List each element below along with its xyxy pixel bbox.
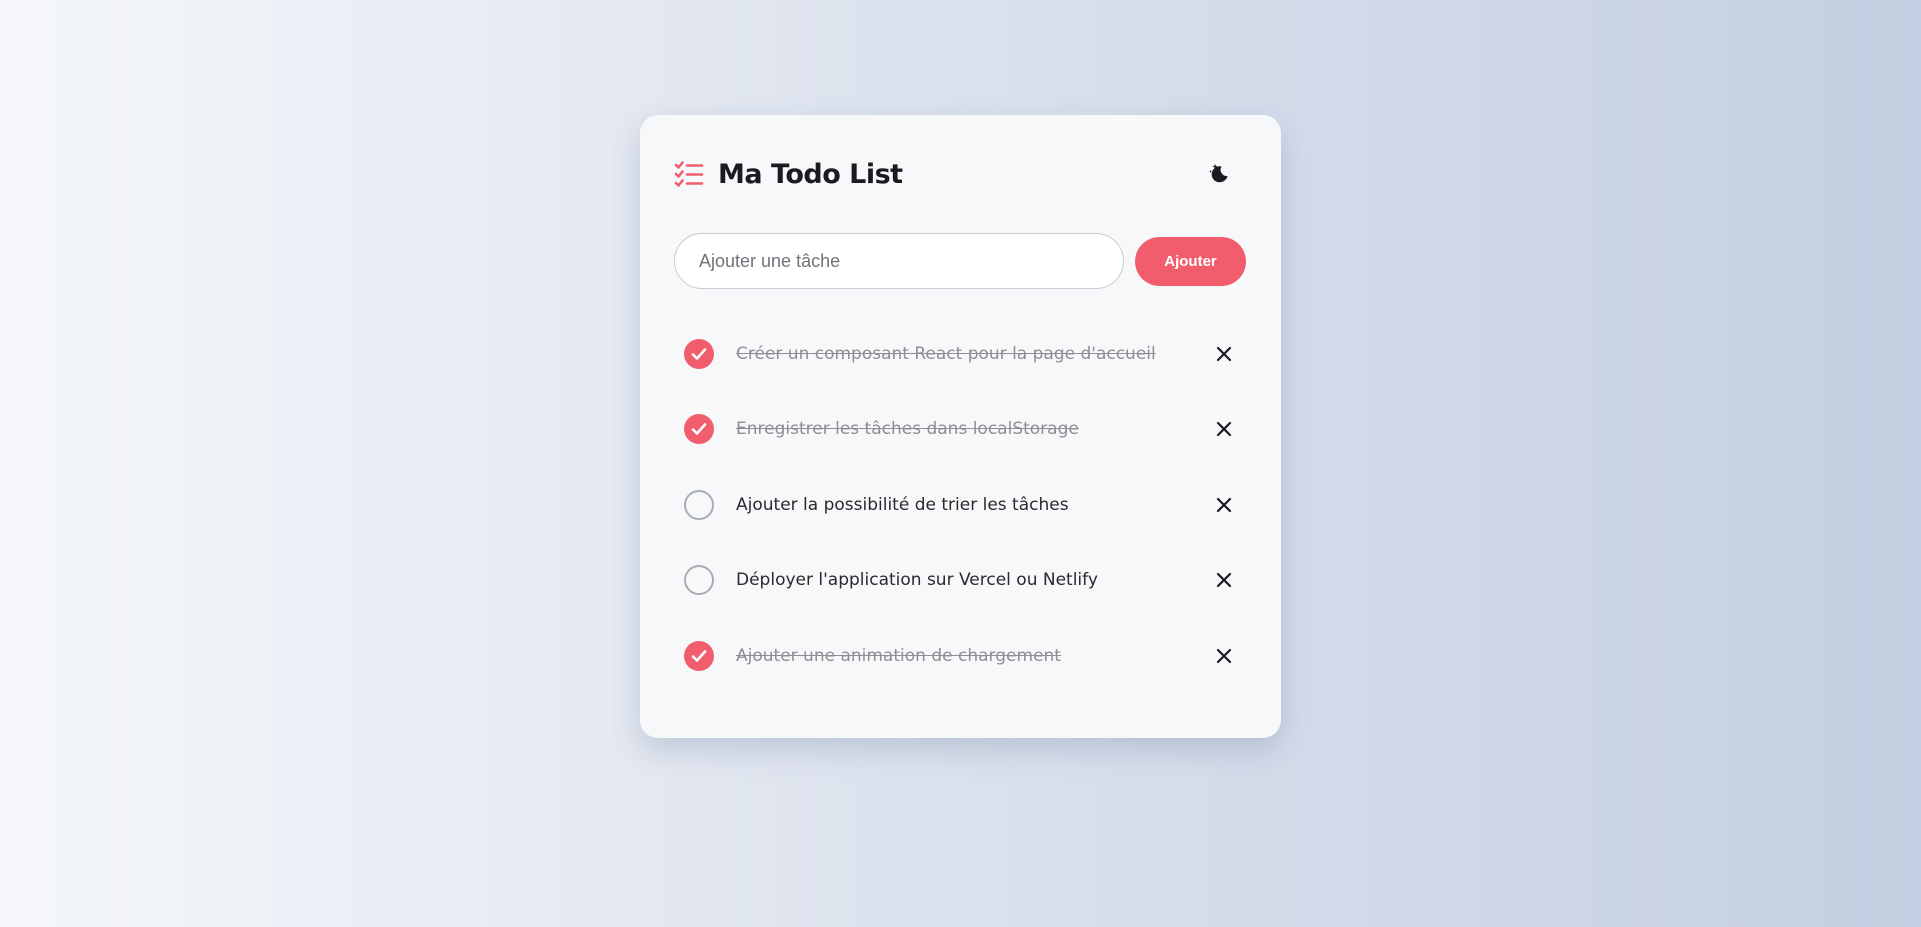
delete-task-button[interactable] bbox=[1210, 491, 1238, 519]
task-input[interactable] bbox=[674, 233, 1124, 289]
close-icon bbox=[1216, 648, 1232, 663]
task-label[interactable]: Ajouter une animation de chargement bbox=[736, 646, 1061, 666]
close-icon bbox=[1216, 346, 1232, 361]
close-icon bbox=[1216, 573, 1232, 588]
task-label[interactable]: Ajouter la possibilité de trier les tâch… bbox=[736, 495, 1069, 515]
moon-stars-icon bbox=[1207, 161, 1231, 188]
add-button[interactable]: Ajouter bbox=[1135, 236, 1246, 286]
page-title: Ma Todo List bbox=[718, 158, 903, 190]
checkmark-icon bbox=[691, 649, 707, 662]
header: Ma Todo List bbox=[674, 144, 1247, 204]
task-label[interactable]: Créer un composant React pour la page d'… bbox=[736, 344, 1156, 364]
task-list: Créer un composant React pour la page d'… bbox=[674, 316, 1247, 694]
title-group: Ma Todo List bbox=[674, 159, 903, 190]
task-label[interactable]: Déployer l'application sur Vercel ou Net… bbox=[736, 570, 1098, 590]
task-item: Enregistrer les tâches dans localStorage bbox=[674, 392, 1247, 468]
delete-task-button[interactable] bbox=[1210, 566, 1238, 594]
task-checkbox-unchecked[interactable] bbox=[684, 565, 714, 596]
task-checkbox-checked[interactable] bbox=[684, 338, 714, 369]
checkmark-icon bbox=[691, 347, 707, 360]
delete-task-button[interactable] bbox=[1210, 415, 1238, 443]
todo-card: Ma Todo List Ajouter Créer un composant … bbox=[640, 115, 1281, 738]
task-checkbox-checked[interactable] bbox=[684, 640, 714, 671]
task-checkbox-checked[interactable] bbox=[684, 414, 714, 445]
task-item: Ajouter une animation de chargement bbox=[674, 618, 1247, 694]
task-item: Déployer l'application sur Vercel ou Net… bbox=[674, 543, 1247, 619]
task-label[interactable]: Enregistrer les tâches dans localStorage bbox=[736, 419, 1079, 439]
checklist-icon bbox=[674, 159, 704, 189]
close-icon bbox=[1216, 497, 1232, 512]
task-item: Créer un composant React pour la page d'… bbox=[674, 316, 1247, 392]
add-task-form: Ajouter bbox=[674, 233, 1247, 289]
close-icon bbox=[1216, 422, 1232, 437]
theme-toggle-button[interactable] bbox=[1199, 154, 1239, 194]
task-item: Ajouter la possibilité de trier les tâch… bbox=[674, 467, 1247, 543]
delete-task-button[interactable] bbox=[1210, 642, 1238, 670]
delete-task-button[interactable] bbox=[1210, 340, 1238, 368]
checkmark-icon bbox=[691, 423, 707, 436]
task-checkbox-unchecked[interactable] bbox=[684, 489, 714, 520]
